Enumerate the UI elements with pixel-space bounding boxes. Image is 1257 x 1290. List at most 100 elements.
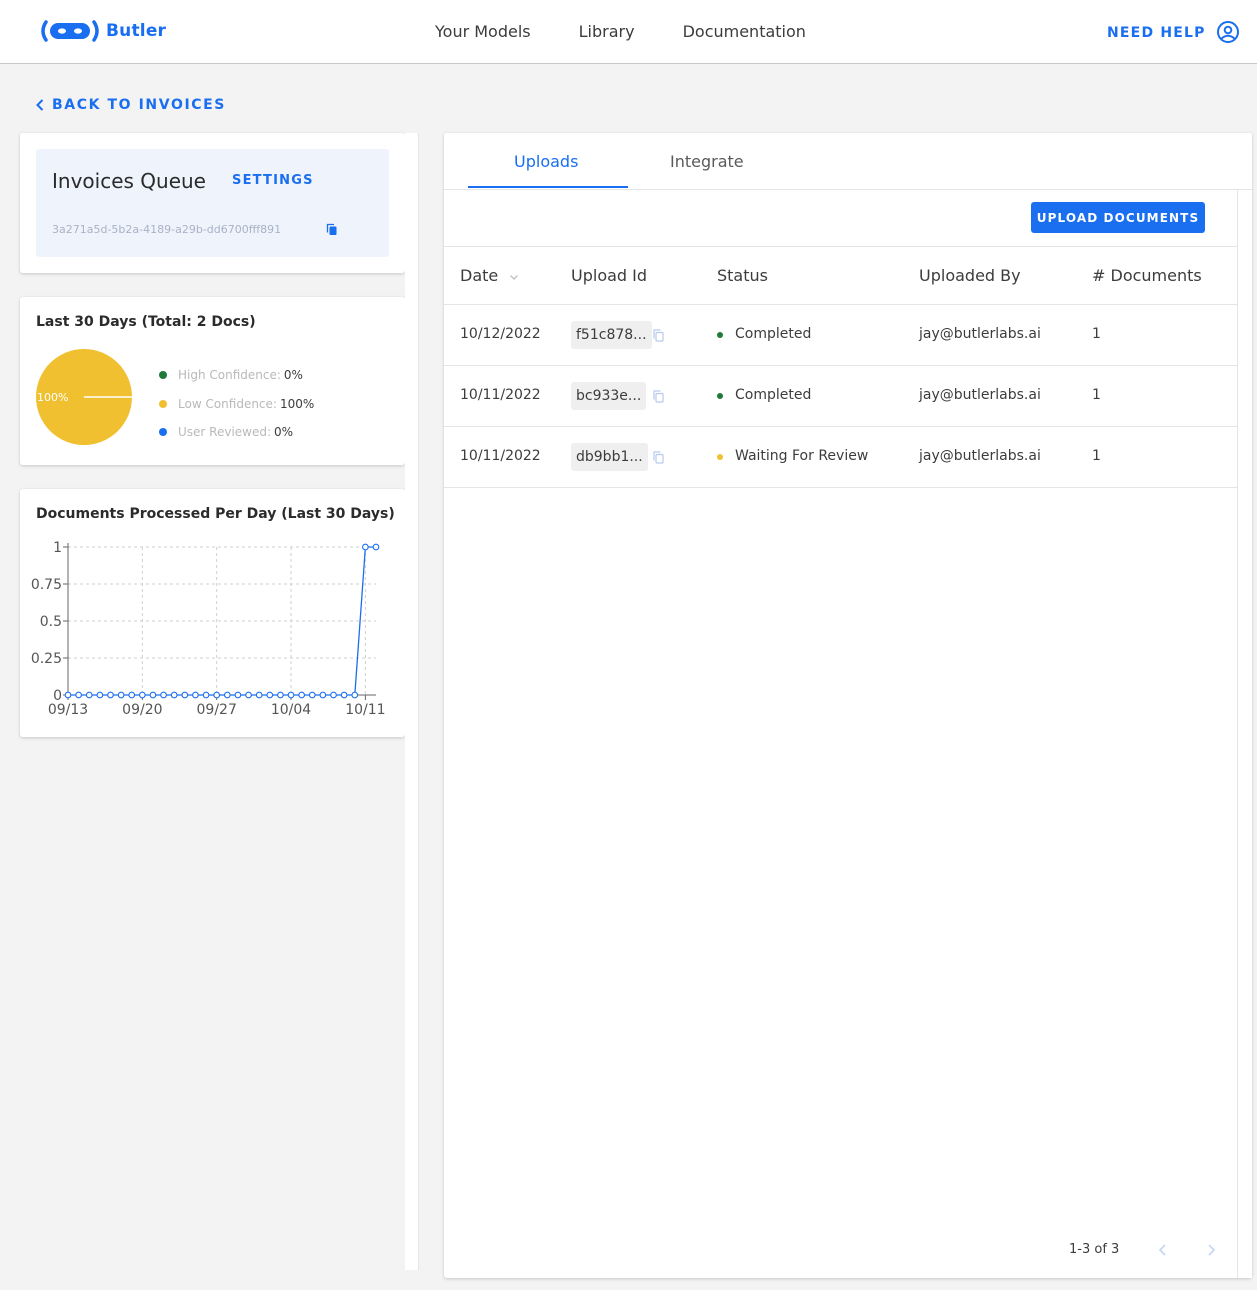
data-point: [362, 543, 369, 551]
upload-documents-button[interactable]: UPLOAD DOCUMENTS: [1031, 202, 1205, 233]
y-tick-label: 0.5: [40, 614, 62, 630]
butler-logo-icon: [41, 20, 99, 42]
chevron-right-icon[interactable]: [1205, 1243, 1217, 1257]
top-navbar: Butler Your Models Library Documentation…: [0, 0, 1257, 64]
butler-logo[interactable]: Butler: [40, 20, 166, 42]
confidence-summary-card: Last 30 Days (Total: 2 Docs) 100% High C…: [20, 297, 405, 465]
x-tick-label: 09/20: [122, 702, 162, 718]
chart-title: Documents Processed Per Day (Last 30 Day…: [36, 506, 395, 522]
status-dot: [717, 332, 723, 338]
legend-label: High Confidence:: [178, 368, 281, 383]
table-header: Date Upload Id Status Uploaded By # Docu…: [444, 246, 1237, 305]
data-point: [128, 691, 136, 699]
header-status: Status: [717, 266, 768, 285]
pie-percent-label: 100%: [37, 391, 68, 404]
cell-date: 10/11/2022: [460, 387, 541, 403]
data-point: [330, 691, 337, 699]
tab-integrate[interactable]: Integrate: [670, 152, 744, 171]
cell-date: 10/11/2022: [460, 448, 541, 464]
data-point: [266, 691, 274, 699]
data-point: [308, 691, 316, 699]
back-link-label: BACK TO INVOICES: [52, 97, 226, 113]
active-tab-indicator: [468, 186, 628, 188]
x-tick-label: 10/11: [345, 702, 385, 718]
y-tick-label: 0.25: [31, 651, 62, 667]
back-to-invoices-link[interactable]: BACK TO INVOICES: [36, 97, 226, 113]
x-tick-label: 10/04: [271, 702, 311, 718]
table-row[interactable]: 10/12/2022 f51c878... Completed jay@butl…: [444, 305, 1237, 366]
table-row[interactable]: 10/11/2022 db9bb1... Waiting For Review …: [444, 427, 1237, 488]
legend-high-confidence: High Confidence: 0%: [159, 361, 314, 390]
queue-card: Invoices Queue SETTINGS 3a271a5d-5b2a-41…: [20, 133, 405, 273]
documents-per-day-card: Documents Processed Per Day (Last 30 Day…: [20, 489, 405, 737]
queue-settings-button[interactable]: SETTINGS: [232, 173, 314, 188]
chevron-left-icon: [36, 99, 44, 111]
nav-library[interactable]: Library: [579, 22, 635, 41]
nav-documentation[interactable]: Documentation: [683, 22, 806, 41]
chevron-left-icon[interactable]: [1157, 1243, 1169, 1257]
panel-scrollbar[interactable]: [1237, 190, 1252, 1278]
data-point: [96, 691, 104, 699]
header-date[interactable]: Date: [460, 266, 519, 285]
table-row[interactable]: 10/11/2022 bc933e... Completed jay@butle…: [444, 366, 1237, 427]
copy-icon[interactable]: [653, 390, 664, 403]
data-point: [255, 691, 263, 699]
summary-heading: Last 30 Days (Total: 2 Docs): [36, 314, 256, 330]
tab-uploads[interactable]: Uploads: [514, 152, 578, 171]
legend-value: 100%: [279, 396, 315, 411]
data-point: [192, 691, 199, 699]
data-point: [181, 691, 189, 699]
copy-icon[interactable]: [653, 329, 664, 342]
cell-upload-id: f51c878...: [571, 321, 652, 349]
main-nav: Your Models Library Documentation: [435, 22, 806, 41]
data-point: [75, 691, 82, 699]
queue-info: Invoices Queue SETTINGS 3a271a5d-5b2a-41…: [36, 149, 389, 257]
cell-uploaded-by: jay@butlerlabs.ai: [919, 448, 1041, 464]
data-point: [170, 691, 178, 699]
header-date-label: Date: [460, 266, 499, 285]
data-point: [234, 691, 242, 699]
header-upload-id: Upload Id: [571, 266, 648, 285]
data-point: [287, 691, 295, 699]
cell-uploaded-by: jay@butlerlabs.ai: [919, 326, 1041, 342]
legend-low-confidence: Low Confidence: 100%: [159, 390, 314, 419]
legend-user-reviewed: User Reviewed: 0%: [159, 418, 314, 447]
legend-label: Low Confidence:: [178, 396, 277, 411]
data-point: [64, 691, 72, 699]
data-point: [351, 691, 359, 699]
queue-id: 3a271a5d-5b2a-4189-a29b-dd6700fff891: [52, 223, 282, 236]
cell-documents: 1: [1092, 326, 1101, 342]
data-point: [160, 691, 167, 699]
legend-value: 0%: [274, 425, 294, 440]
y-tick-label: 0.75: [31, 577, 62, 593]
data-point: [149, 691, 157, 699]
x-tick-label: 09/13: [48, 702, 88, 718]
sort-down-icon[interactable]: [509, 273, 519, 281]
data-point: [340, 691, 348, 699]
data-point: [202, 691, 210, 699]
account-circle-icon[interactable]: [1216, 20, 1240, 44]
data-point: [213, 691, 221, 699]
cell-uploaded-by: jay@butlerlabs.ai: [919, 387, 1041, 403]
data-point: [223, 691, 231, 699]
uploads-panel: Uploads Integrate UPLOAD DOCUMENTS Date …: [444, 133, 1252, 1278]
pie-legend: High Confidence: 0% Low Confidence: 100%…: [159, 361, 314, 447]
legend-label: User Reviewed:: [178, 425, 272, 440]
cell-date: 10/12/2022: [460, 326, 541, 342]
copy-icon[interactable]: [326, 223, 338, 236]
left-column-scrollbar[interactable]: [405, 133, 419, 1270]
data-point: [372, 543, 380, 551]
cell-status: Waiting For Review: [735, 448, 869, 464]
data-point: [138, 691, 146, 699]
copy-icon[interactable]: [653, 451, 664, 464]
header-uploaded-by: Uploaded By: [919, 266, 1021, 285]
cell-upload-id: bc933e...: [571, 382, 647, 410]
cell-upload-id: db9bb1...: [571, 443, 648, 471]
nav-your-models[interactable]: Your Models: [435, 22, 531, 41]
cell-documents: 1: [1092, 448, 1101, 464]
brand-name: Butler: [106, 21, 167, 41]
data-point: [107, 691, 114, 699]
status-dot: [717, 454, 723, 460]
confidence-pie-chart: 100%: [36, 349, 132, 445]
need-help-link[interactable]: NEED HELP: [1107, 25, 1206, 41]
